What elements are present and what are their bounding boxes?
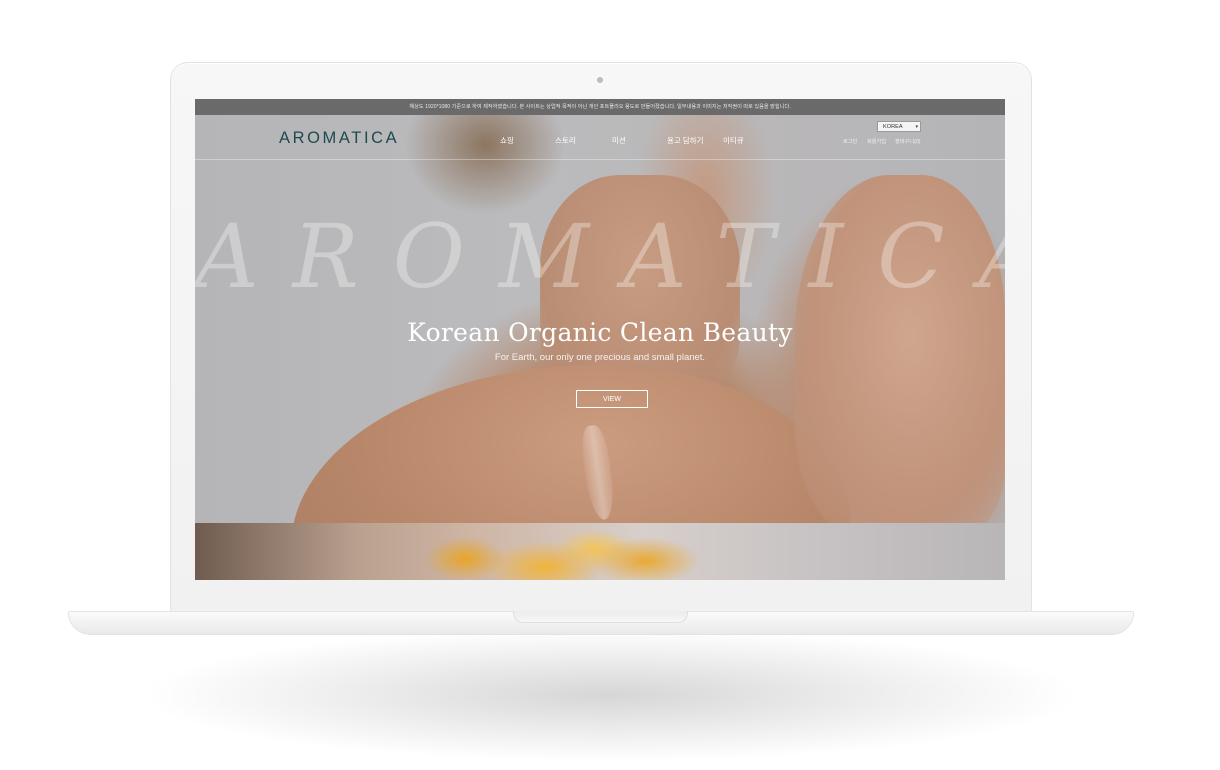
hero-title: Korean Organic Clean Beauty	[407, 318, 793, 347]
notice-bar: 해상도 1920*1080 기준으로 하여 제작하였습니다. 본 사이트는 상업…	[195, 99, 1005, 115]
hero-section: AROMATICA Korean Organic Clean Beauty Fo…	[195, 115, 1005, 523]
brand-logo[interactable]: AROMATICA	[279, 129, 399, 148]
chevron-down-icon: ▾	[915, 124, 918, 130]
language-select-value: KOREA	[883, 124, 903, 130]
laptop-notch	[513, 611, 688, 623]
signup-link[interactable]: 회원가입	[867, 138, 886, 145]
flowers-image	[425, 529, 705, 580]
login-link[interactable]: 로그인	[843, 138, 857, 145]
hero-image-shoulder	[291, 365, 851, 523]
browser-screen: 해상도 1920*1080 기준으로 하여 제작하였습니다. 본 사이트는 상업…	[195, 99, 1005, 580]
site-header: AROMATICA 쇼핑 스토리 미션 용고 담하기 이티큐 KOREA ▾ 로…	[195, 115, 1005, 160]
language-select[interactable]: KOREA ▾	[877, 121, 921, 132]
laptop-shadow	[150, 630, 1070, 760]
view-button[interactable]: VIEW	[576, 390, 648, 408]
camera-icon	[597, 77, 603, 83]
hero-watermark: AROMATICA	[195, 205, 1005, 308]
nav-item-refill[interactable]: 용고 담하기	[667, 135, 704, 146]
nav-item-mission[interactable]: 미션	[612, 135, 626, 146]
nav-item-shop[interactable]: 쇼핑	[500, 135, 514, 146]
main-nav: 쇼핑 스토리 미션 용고 담하기 이티큐	[495, 135, 755, 147]
utility-links: 로그인 회원가입 장바구니(0)	[843, 138, 933, 146]
next-section-preview	[195, 523, 1005, 580]
cart-link[interactable]: 장바구니(0)	[895, 138, 920, 145]
nav-item-etc[interactable]: 이티큐	[723, 135, 744, 146]
nav-item-story[interactable]: 스토리	[555, 135, 576, 146]
hero-subtitle: For Earth, our only one precious and sma…	[494, 352, 706, 363]
